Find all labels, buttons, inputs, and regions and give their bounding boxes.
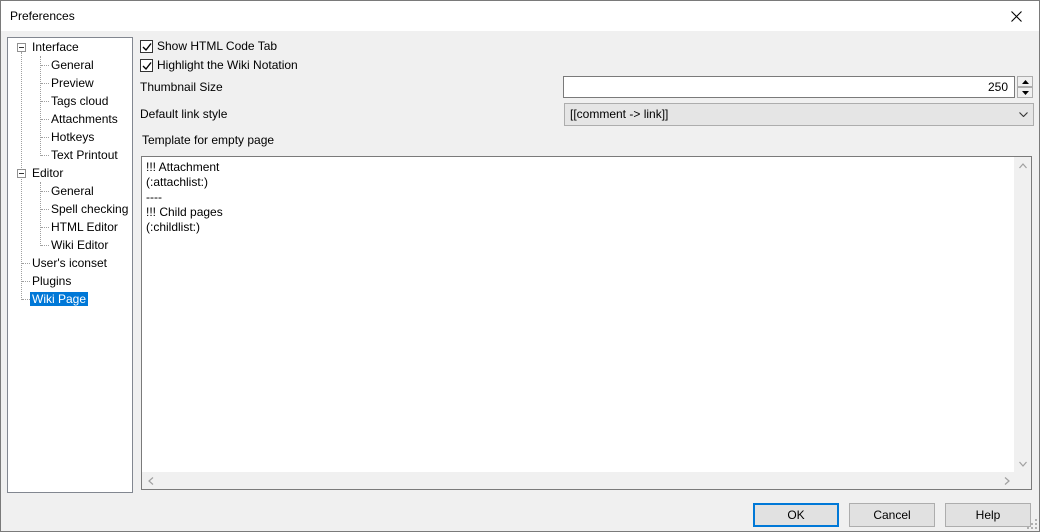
tree-item-tags-cloud[interactable]: Tags cloud — [51, 93, 108, 109]
template-line: (:attachlist:) — [146, 175, 209, 189]
arrow-down-icon — [1021, 90, 1029, 95]
arrow-up-icon — [1018, 162, 1027, 168]
checkbox-box — [140, 39, 153, 53]
arrow-down-icon — [1018, 461, 1027, 467]
tree-item-label: Tags cloud — [51, 94, 109, 108]
tree-item-wiki-page[interactable]: Wiki Page — [28, 291, 90, 307]
link-style-select[interactable]: [[comment -> link]] — [564, 103, 1034, 126]
arrow-left-icon — [147, 476, 153, 485]
tree-connector — [41, 245, 49, 246]
show-html-tab-checkbox[interactable]: Show HTML Code Tab — [140, 38, 277, 54]
tree-connector — [41, 209, 49, 210]
resize-grip-icon[interactable] — [1027, 519, 1037, 529]
chevron-down-icon — [1019, 112, 1028, 117]
tree-item-label: User's iconset — [32, 256, 107, 270]
scroll-up-button[interactable] — [1014, 157, 1031, 174]
template-label: Template for empty page — [142, 133, 275, 147]
template-textarea[interactable]: !!! Attachment (:attachlist:) ----!!! Chil… — [141, 156, 1032, 490]
checkmark-icon — [142, 42, 152, 51]
tree-connector — [22, 281, 30, 282]
tree-item-spell-checking[interactable]: Spell checking — [51, 201, 128, 217]
tree-item-text-printout[interactable]: Text Printout — [51, 147, 118, 163]
tree-item-attachments[interactable]: Attachments — [51, 111, 118, 127]
tree-connector — [41, 155, 49, 156]
tree-item-editor[interactable]: Editor — [32, 165, 63, 181]
link-style-label: Default link style — [140, 107, 228, 121]
expand-collapse-icon[interactable] — [17, 43, 26, 52]
scroll-left-button[interactable] — [142, 472, 159, 489]
checkbox-label: Highlight the Wiki Notation — [157, 58, 298, 72]
tree-item-label: Attachments — [51, 112, 118, 126]
template-text: !!! Attachment (:attachlist:) ----!!! Chil… — [146, 160, 223, 235]
vertical-scrollbar[interactable] — [1014, 157, 1031, 472]
window-title: Preferences — [10, 9, 75, 23]
arrow-up-icon — [1021, 79, 1029, 84]
link-style-value: [[comment -> link]] — [570, 107, 669, 121]
tree-item-interface[interactable]: Interface — [32, 39, 79, 55]
template-line: ---- — [146, 190, 162, 204]
tree-connector — [41, 101, 49, 102]
preferences-window: Preferences Interface General Preview Ta… — [0, 0, 1040, 532]
template-line: (:childlist:) — [146, 220, 201, 234]
tree-connector — [41, 227, 49, 228]
thumbnail-size-label: Thumbnail Size — [140, 80, 223, 94]
title-bar: Preferences — [1, 1, 1039, 31]
tree-item-label: Editor — [32, 166, 64, 180]
tree-item-editor-general[interactable]: General — [51, 183, 94, 199]
tree-item-wiki-editor[interactable]: Wiki Editor — [51, 237, 108, 253]
thumbnail-size-input[interactable]: 250 — [563, 76, 1015, 98]
tree-item-general[interactable]: General — [51, 57, 94, 73]
tree-item-hotkeys[interactable]: Hotkeys — [51, 129, 94, 145]
tree-item-label: Hotkeys — [51, 130, 95, 144]
tree-item-label: Plugins — [32, 274, 72, 288]
tree-item-users-iconset[interactable]: User's iconset — [32, 255, 107, 271]
arrow-right-icon — [1004, 476, 1010, 485]
tree-connector — [41, 119, 49, 120]
scroll-right-button[interactable] — [998, 472, 1015, 489]
tree-item-label: Wiki Page — [28, 291, 90, 307]
tree-item-label: General — [51, 58, 94, 72]
horizontal-scrollbar[interactable] — [142, 472, 1015, 489]
template-line: !!! Attachment — [146, 160, 220, 174]
tree-connector — [41, 191, 49, 192]
tree-item-label: Wiki Editor — [51, 238, 109, 252]
tree-item-label: Interface — [32, 40, 79, 54]
tree-connector — [22, 299, 30, 300]
tree-connector — [22, 263, 30, 264]
checkbox-label: Show HTML Code Tab — [157, 39, 278, 53]
scrollbar-corner — [1014, 472, 1031, 489]
close-icon — [1010, 10, 1022, 22]
scroll-down-button[interactable] — [1014, 455, 1031, 472]
tree-connector — [41, 137, 49, 138]
spin-up-button[interactable] — [1017, 76, 1033, 87]
tree-item-label: General — [51, 184, 94, 198]
preferences-tree[interactable]: Interface General Preview Tags cloud Att… — [7, 37, 133, 493]
tree-item-label: Spell checking — [51, 202, 129, 216]
cancel-button[interactable]: Cancel — [849, 503, 935, 527]
checkbox-box — [140, 58, 153, 72]
ok-button[interactable]: OK — [753, 503, 839, 527]
tree-item-preview[interactable]: Preview — [51, 75, 94, 91]
tree-connector — [40, 56, 41, 156]
highlight-wiki-checkbox[interactable]: Highlight the Wiki Notation — [140, 57, 298, 73]
checkmark-icon — [142, 61, 152, 70]
thumbnail-size-stepper[interactable] — [1017, 76, 1033, 98]
close-button[interactable] — [993, 1, 1039, 31]
tree-item-html-editor[interactable]: HTML Editor — [51, 219, 118, 235]
tree-item-plugins[interactable]: Plugins — [32, 273, 71, 289]
tree-connector — [41, 65, 49, 66]
tree-item-label: Preview — [51, 76, 94, 90]
template-line: !!! Child pages — [146, 205, 223, 219]
spin-down-button[interactable] — [1017, 87, 1033, 98]
tree-connector — [41, 83, 49, 84]
expand-collapse-icon[interactable] — [17, 169, 26, 178]
tree-item-label: HTML Editor — [51, 220, 118, 234]
tree-item-label: Text Printout — [51, 148, 118, 162]
help-button[interactable]: Help — [945, 503, 1031, 527]
